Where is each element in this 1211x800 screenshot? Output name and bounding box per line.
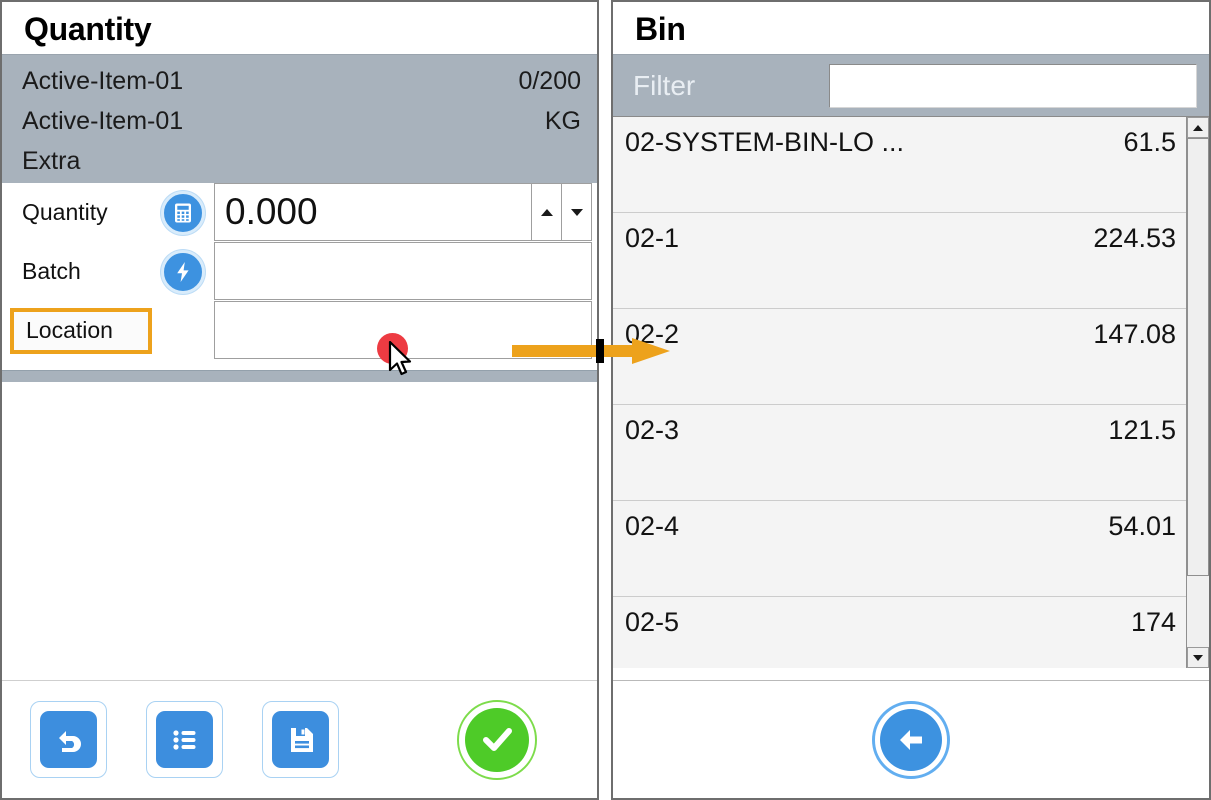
bin-list-scrollbar[interactable] <box>1186 117 1209 668</box>
bin-name: 02-5 <box>625 607 680 637</box>
scrollbar-thumb[interactable] <box>1187 138 1209 576</box>
list-icon <box>156 711 213 768</box>
item-name-1: Active-Item-01 <box>22 67 184 95</box>
back-arrow-icon <box>40 711 97 768</box>
bin-name: 02-1 <box>625 223 680 253</box>
quantity-field-row: Quantity 0.000 <box>2 183 597 242</box>
quantity-input[interactable]: 0.000 <box>214 183 532 241</box>
chevron-up-icon <box>540 208 553 216</box>
item-info-row-2: Active-Item-01 KG <box>22 101 581 141</box>
chevron-down-icon <box>570 208 583 216</box>
save-button[interactable] <box>262 701 339 778</box>
bin-list-region: 02-SYSTEM-BIN-LO ... 61.5 02-1 224.53 02… <box>613 116 1209 668</box>
location-field-label: Location <box>10 307 152 354</box>
batch-input[interactable] <box>214 242 592 300</box>
quantity-form: Quantity 0.000 Batch Location <box>2 183 597 370</box>
quantity-field-label: Quantity <box>22 199 108 225</box>
item-name-2: Active-Item-01 <box>22 107 184 135</box>
bin-name: 02-2 <box>625 319 680 349</box>
bin-filter-bar: Filter <box>613 54 1209 116</box>
bin-list-item[interactable]: 02-1 224.53 <box>613 213 1186 309</box>
bin-page-title: Bin <box>635 11 686 47</box>
item-info-block: Active-Item-01 0/200 Active-Item-01 KG E… <box>2 54 597 183</box>
batch-field-row: Batch <box>2 242 597 301</box>
bin-quantity: 121.5 <box>1108 415 1176 445</box>
item-uom: KG <box>544 107 581 135</box>
bin-name: 02-SYSTEM-BIN-LO ... <box>625 127 905 157</box>
bin-panel: Bin Filter 02-SYSTEM-BIN-LO ... 61.5 02-… <box>611 0 1211 800</box>
filter-input[interactable] <box>829 63 1197 108</box>
batch-input-wrap <box>214 242 597 301</box>
quantity-decrement-button[interactable] <box>562 183 592 241</box>
batch-field-label: Batch <box>22 258 81 284</box>
quantity-page-title: Quantity <box>24 11 152 47</box>
bin-name: 02-3 <box>625 415 680 445</box>
item-info-row-1: Active-Item-01 0/200 <box>22 61 581 101</box>
quantity-blank-area <box>2 382 597 682</box>
bin-quantity: 224.53 <box>1093 223 1176 253</box>
bin-quantity: 61.5 <box>1123 127 1176 157</box>
bin-list-item[interactable]: 02-4 54.01 <box>613 501 1186 597</box>
bin-list-item[interactable]: 02-5 174 <box>613 597 1186 668</box>
chevron-up-icon <box>1193 124 1203 131</box>
quantity-input-wrap: 0.000 <box>214 183 597 242</box>
bin-list-item[interactable]: 02-3 121.5 <box>613 405 1186 501</box>
lightning-bolt-icon-slot[interactable] <box>152 249 214 294</box>
check-icon <box>465 707 529 772</box>
bin-list-item[interactable]: 02-SYSTEM-BIN-LO ... 61.5 <box>613 117 1186 213</box>
item-progress: 0/200 <box>518 67 581 95</box>
bin-quantity: 147.08 <box>1093 319 1176 349</box>
lightning-bolt-icon[interactable] <box>161 249 205 294</box>
item-info-row-3: Extra <box>22 141 581 181</box>
calculator-icon[interactable] <box>161 190 205 235</box>
list-button[interactable] <box>146 701 223 778</box>
bin-quantity: 54.01 <box>1108 511 1176 541</box>
scrollbar-track[interactable] <box>1187 138 1209 647</box>
calculator-icon-slot[interactable] <box>152 190 214 235</box>
scroll-down-button[interactable] <box>1187 647 1209 668</box>
back-button[interactable] <box>30 701 107 778</box>
location-field-row: Location <box>2 301 597 360</box>
scroll-up-button[interactable] <box>1187 117 1209 138</box>
section-divider <box>2 370 597 382</box>
quantity-panel: Quantity Active-Item-01 0/200 Active-Ite… <box>0 0 599 800</box>
bin-quantity: 174 <box>1130 607 1176 637</box>
confirm-button[interactable] <box>457 699 537 780</box>
item-extra-label: Extra <box>22 147 81 175</box>
chevron-down-icon <box>1193 654 1203 661</box>
bin-footer <box>613 680 1209 798</box>
back-arrow-icon <box>880 708 942 771</box>
save-disk-icon <box>272 711 329 768</box>
bin-list-item[interactable]: 02-2 147.08 <box>613 309 1186 405</box>
quantity-toolbar <box>2 680 597 798</box>
bin-list[interactable]: 02-SYSTEM-BIN-LO ... 61.5 02-1 224.53 02… <box>613 117 1186 668</box>
filter-label: Filter <box>633 69 696 101</box>
quantity-increment-button[interactable] <box>532 183 562 241</box>
bin-name: 02-4 <box>625 511 680 541</box>
bin-back-button[interactable] <box>872 700 950 779</box>
click-indicator-dot <box>377 333 408 364</box>
